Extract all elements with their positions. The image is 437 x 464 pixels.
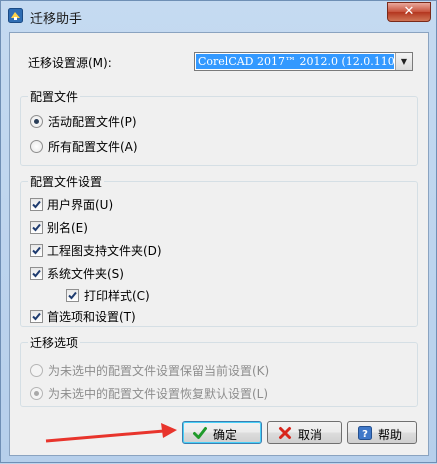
migration-assistant-window: 迁移助手 ✕ 迁移设置源(M): CorelCAD 2017™ 2012.0 (… [0, 0, 437, 463]
annotation-arrow [45, 423, 177, 443]
